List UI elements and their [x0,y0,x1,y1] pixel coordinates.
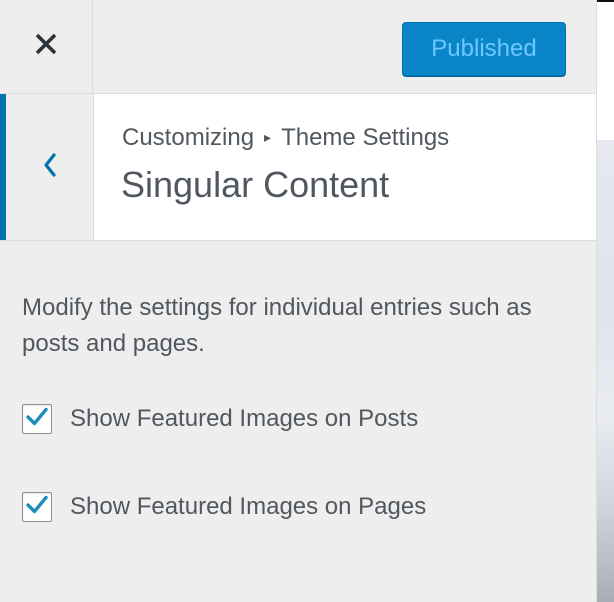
site-preview [597,0,614,602]
close-button[interactable] [0,0,93,93]
breadcrumb-parent: Theme Settings [281,124,450,151]
publish-button[interactable]: Published [402,22,566,76]
option-featured-images-pages[interactable]: Show Featured Images on Pages [22,492,426,522]
breadcrumb-root: Customizing [122,124,255,151]
back-button[interactable] [0,94,94,240]
featured-images-pages-checkbox[interactable] [22,492,52,522]
checkmark-icon [25,406,49,433]
breadcrumb-separator: ▸ [264,129,272,145]
customizer-panel: Published Customizing ▸ Theme Settings Sin… [0,0,597,602]
chevron-left-icon [42,151,58,184]
close-icon [34,32,58,61]
option-featured-images-posts[interactable]: Show Featured Images on Posts [22,404,418,434]
featured-images-posts-checkbox[interactable] [22,404,52,434]
section-description: Modify the settings for individual entri… [22,294,532,357]
preview-image [597,140,614,602]
breadcrumb: Customizing ▸ Theme Settings [122,124,449,152]
section-header: Customizing ▸ Theme Settings Singular Cont… [0,94,596,241]
featured-images-posts-label: Show Featured Images on Posts [70,405,419,432]
page-title: Singular Content [121,164,390,205]
preview-edge [597,0,614,2]
checkmark-icon [25,494,49,521]
section-content: Modify the settings for individual entri… [22,290,582,522]
customizer-header: Published [0,0,596,94]
featured-images-pages-label: Show Featured Images on Pages [70,493,427,520]
